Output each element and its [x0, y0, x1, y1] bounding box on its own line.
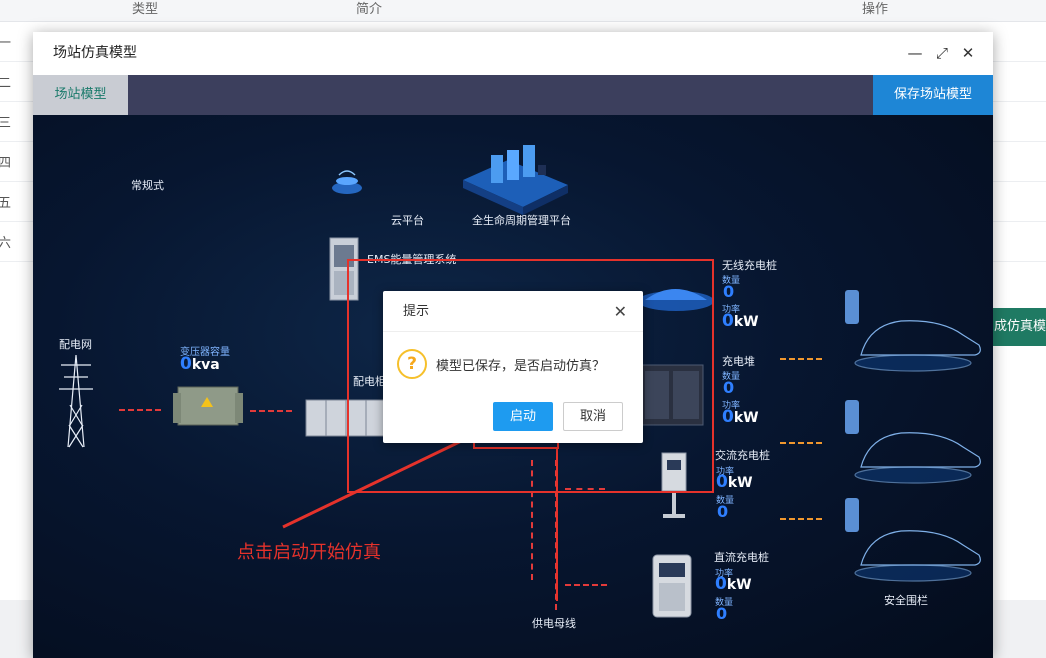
car-icon: [845, 290, 981, 582]
header-type: 类型: [132, 2, 159, 17]
dialog-title: 提示: [403, 304, 430, 319]
window-title: 场站仿真模型: [53, 45, 137, 61]
dc-pile-title: 直流充电桩: [714, 551, 769, 564]
mode-label: 常规式: [131, 179, 164, 192]
maximize-icon[interactable]: ⤢: [930, 32, 954, 75]
dc-qty: 0: [716, 604, 728, 623]
save-station-model-button[interactable]: 保存场站模型: [873, 75, 993, 115]
header-actions: 操作: [862, 2, 889, 17]
dc-pile-icon: [652, 554, 692, 618]
grid-label: 配电网: [59, 338, 92, 351]
wireless-title: 无线充电桩: [722, 259, 777, 272]
ac-power: 0kW: [716, 472, 753, 492]
dc-power: 0kW: [715, 574, 752, 594]
connector: [565, 584, 607, 586]
fence-label: 安全围栏: [884, 594, 928, 607]
cloud-platform-label: 云平台: [391, 214, 424, 227]
wireless-qty: 0: [723, 282, 735, 301]
transformer-icon: [173, 386, 243, 426]
dialog-message-text: 模型已保存，是否启动仿真？: [436, 358, 606, 374]
annotation-text: 点击启动开始仿真: [237, 542, 381, 563]
generate-simulation-button[interactable]: 成仿真模: [986, 308, 1046, 346]
prompt-dialog: 提示 ✕ ? 模型已保存，是否启动仿真？ 启动 取消: [383, 291, 643, 443]
background-table-header: 类型 简介 操作: [0, 0, 1046, 22]
cancel-button[interactable]: 取消: [563, 402, 623, 431]
close-icon[interactable]: ✕: [614, 291, 627, 332]
window-title-bar: 场站仿真模型 — ⤢ ✕: [33, 32, 993, 75]
stack-qty: 0: [723, 378, 735, 397]
header-intro: 简介: [356, 2, 383, 17]
start-button[interactable]: 启动: [493, 402, 553, 431]
ac-qty: 0: [717, 502, 729, 521]
lifecycle-platform-icon: [463, 145, 568, 215]
connector: [780, 442, 822, 444]
connector: [780, 358, 822, 360]
question-icon: ?: [397, 349, 427, 379]
power-tower-icon: [59, 354, 93, 448]
dialog-title-bar: 提示 ✕: [383, 291, 643, 332]
tab-station-model[interactable]: 场站模型: [33, 75, 128, 115]
tab-bar: 场站模型 保存场站模型: [33, 75, 993, 115]
close-icon[interactable]: ✕: [956, 32, 980, 75]
connector: [780, 518, 822, 520]
minimize-icon[interactable]: —: [903, 32, 927, 75]
dialog-message: ? 模型已保存，是否启动仿真？: [397, 348, 605, 380]
stack-title: 充电堆: [722, 355, 755, 368]
transformer-value: 0kva: [180, 354, 220, 374]
ac-pile-title: 交流充电桩: [715, 449, 770, 462]
highlight-line: [556, 449, 558, 601]
connector: [250, 410, 292, 412]
stack-power: 0kW: [722, 407, 759, 427]
connector: [119, 409, 161, 411]
wireless-power: 0kW: [722, 311, 759, 331]
busbar-label: 供电母线: [532, 617, 576, 630]
cloud-platform-icon: [332, 170, 362, 194]
lifecycle-platform-label: 全生命周期管理平台: [472, 214, 571, 227]
